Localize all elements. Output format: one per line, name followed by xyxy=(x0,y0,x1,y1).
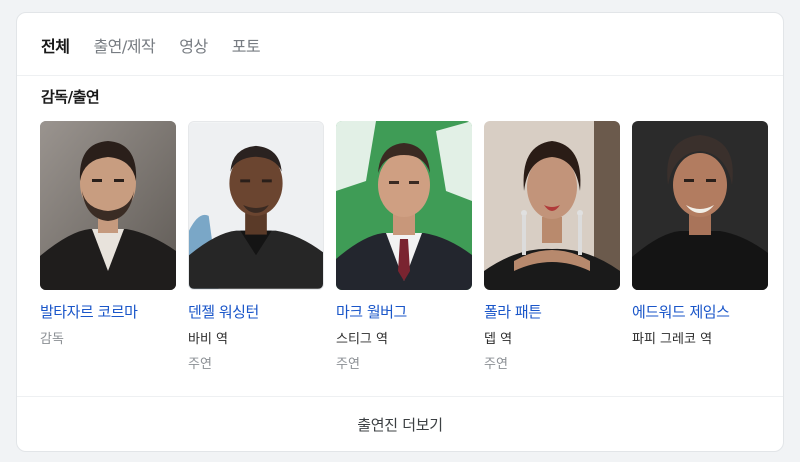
person-billing: 주연 xyxy=(336,357,360,372)
person-card[interactable]: 발타자르 코르마 감독 xyxy=(40,121,176,372)
tab-all[interactable]: 전체 xyxy=(41,33,70,57)
section-title: 감독/출연 xyxy=(41,88,100,106)
person-role: 뎁 역 xyxy=(484,332,513,347)
tab-photo[interactable]: 포토 xyxy=(232,33,261,57)
person-card[interactable]: 마크 월버그 스티그 역 주연 xyxy=(336,121,472,372)
person-name[interactable]: 마크 월버그 xyxy=(336,301,472,322)
tab-divider xyxy=(17,75,783,76)
person-photo[interactable] xyxy=(40,121,176,290)
person-name[interactable]: 덴젤 워싱턴 xyxy=(188,301,324,322)
person-photo[interactable] xyxy=(188,121,324,290)
more-cast-button[interactable]: 출연진 더보기 xyxy=(17,397,783,452)
person-role: 스티그 역 xyxy=(336,332,388,347)
person-billing: 주연 xyxy=(188,357,212,372)
cast-card: 전체 출연/제작 영상 포토 감독/출연 발타자르 코르마 감독 덴젤 워싱턴 … xyxy=(16,12,784,452)
person-billing: 주연 xyxy=(484,357,508,372)
tab-cast-production[interactable]: 출연/제작 xyxy=(93,33,155,57)
people-list: 발타자르 코르마 감독 덴젤 워싱턴 바비 역 주연 마크 월버그 스티그 역 … xyxy=(40,121,768,372)
tab-bar: 전체 출연/제작 영상 포토 xyxy=(41,33,261,57)
person-photo[interactable] xyxy=(484,121,620,290)
person-card[interactable]: 폴라 패튼 뎁 역 주연 xyxy=(484,121,620,372)
person-photo[interactable] xyxy=(336,121,472,290)
person-card[interactable]: 덴젤 워싱턴 바비 역 주연 xyxy=(188,121,324,372)
person-role: 바비 역 xyxy=(188,332,229,347)
person-role: 감독 xyxy=(40,332,64,347)
person-card[interactable]: 에드워드 제임스 파피 그레코 역 xyxy=(632,121,768,372)
person-name[interactable]: 에드워드 제임스 xyxy=(632,301,768,322)
person-name[interactable]: 폴라 패튼 xyxy=(484,301,620,322)
person-photo[interactable] xyxy=(632,121,768,290)
person-role: 파피 그레코 역 xyxy=(632,332,713,347)
tab-video[interactable]: 영상 xyxy=(179,33,208,57)
person-name[interactable]: 발타자르 코르마 xyxy=(40,301,176,322)
